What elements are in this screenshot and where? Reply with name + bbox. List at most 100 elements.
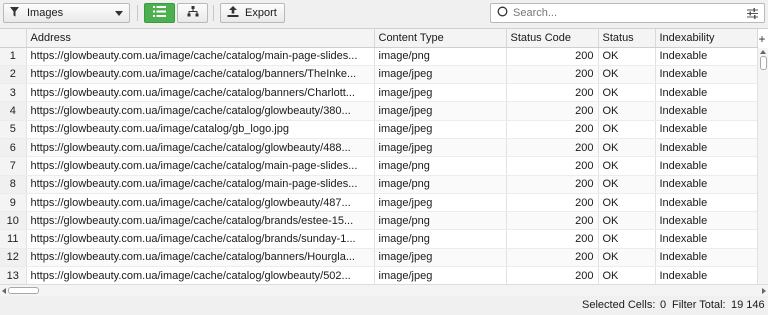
cell-status-code[interactable]: 200	[506, 47, 599, 66]
cell-address[interactable]: https://glowbeauty.com.ua/image/cache/ca…	[26, 175, 375, 194]
cell-status[interactable]: OK	[598, 120, 656, 139]
cell-indexability[interactable]: Indexable	[655, 120, 758, 139]
cell-content-type[interactable]: image/jpeg	[374, 83, 507, 103]
cell-content-type[interactable]: image/jpeg	[374, 101, 507, 121]
row-number[interactable]: 13	[0, 266, 27, 284]
vertical-scrollbar[interactable]	[757, 48, 768, 284]
table-row[interactable]: 10 https://glowbeauty.com.ua/image/cache/…	[0, 211, 758, 231]
cell-address[interactable]: https://glowbeauty.com.ua/image/cache/ca…	[26, 229, 375, 249]
cell-status-code[interactable]: 200	[506, 266, 599, 284]
cell-address[interactable]: https://glowbeauty.com.ua/image/cache/ca…	[26, 156, 375, 176]
cell-content-type[interactable]: image/png	[374, 211, 507, 231]
cell-address[interactable]: https://glowbeauty.com.ua/image/cache/ca…	[26, 248, 375, 268]
table-row[interactable]: 8 https://glowbeauty.com.ua/image/cache/c…	[0, 175, 758, 194]
row-number[interactable]: 4	[0, 101, 27, 121]
cell-indexability[interactable]: Indexable	[655, 65, 758, 85]
cell-address[interactable]: https://glowbeauty.com.ua/image/cache/ca…	[26, 101, 375, 121]
table-row[interactable]: 1 https://glowbeauty.com.ua/image/cache/c…	[0, 47, 758, 66]
table-row[interactable]: 6 https://glowbeauty.com.ua/image/cache/c…	[0, 138, 758, 158]
cell-status[interactable]: OK	[598, 266, 656, 284]
cell-content-type[interactable]: image/jpeg	[374, 65, 507, 85]
table-row[interactable]: 9 https://glowbeauty.com.ua/image/cache/c…	[0, 193, 758, 213]
cell-status-code[interactable]: 200	[506, 138, 599, 158]
table-row[interactable]: 12 https://glowbeauty.com.ua/image/cache/…	[0, 248, 758, 268]
cell-content-type[interactable]: image/jpeg	[374, 248, 507, 268]
cell-indexability[interactable]: Indexable	[655, 138, 758, 158]
table-row[interactable]: 2 https://glowbeauty.com.ua/image/cache/c…	[0, 65, 758, 85]
cell-indexability[interactable]: Indexable	[655, 47, 758, 66]
search-input[interactable]	[513, 7, 733, 19]
cell-content-type[interactable]: image/png	[374, 156, 507, 176]
cell-indexability[interactable]: Indexable	[655, 266, 758, 284]
row-number[interactable]: 6	[0, 138, 27, 158]
cell-content-type[interactable]: image/png	[374, 175, 507, 194]
cell-status[interactable]: OK	[598, 101, 656, 121]
cell-status[interactable]: OK	[598, 65, 656, 85]
row-number[interactable]: 2	[0, 65, 27, 85]
row-number[interactable]: 12	[0, 248, 27, 268]
export-button[interactable]: Export	[220, 3, 285, 23]
cell-address[interactable]: https://glowbeauty.com.ua/image/cache/ca…	[26, 193, 375, 213]
column-header-address[interactable]: Address	[26, 29, 375, 48]
horizontal-scrollbar[interactable]	[0, 284, 768, 296]
row-number[interactable]: 9	[0, 193, 27, 213]
scroll-up-arrow-icon[interactable]	[760, 50, 766, 54]
scroll-right-arrow-icon[interactable]	[762, 288, 766, 294]
row-number[interactable]: 3	[0, 83, 27, 103]
cell-status-code[interactable]: 200	[506, 101, 599, 121]
cell-status[interactable]: OK	[598, 211, 656, 231]
cell-status-code[interactable]: 200	[506, 83, 599, 103]
filter-settings-icon[interactable]	[747, 8, 758, 22]
column-header-indexability[interactable]: Indexability	[655, 29, 758, 48]
cell-status[interactable]: OK	[598, 193, 656, 213]
vertical-scroll-thumb[interactable]	[760, 56, 767, 70]
add-column-icon[interactable]: +	[757, 30, 767, 47]
cell-indexability[interactable]: Indexable	[655, 248, 758, 268]
cell-status-code[interactable]: 200	[506, 65, 599, 85]
cell-content-type[interactable]: image/png	[374, 229, 507, 249]
cell-address[interactable]: https://glowbeauty.com.ua/image/cache/ca…	[26, 211, 375, 231]
cell-status-code[interactable]: 200	[506, 156, 599, 176]
horizontal-scroll-thumb[interactable]	[8, 287, 39, 294]
row-number[interactable]: 8	[0, 175, 27, 194]
cell-status[interactable]: OK	[598, 83, 656, 103]
table-row[interactable]: 5 https://glowbeauty.com.ua/image/catalog…	[0, 120, 758, 139]
row-number[interactable]: 11	[0, 229, 27, 249]
row-number[interactable]: 7	[0, 156, 27, 176]
cell-status[interactable]: OK	[598, 175, 656, 194]
cell-indexability[interactable]: Indexable	[655, 229, 758, 249]
cell-status-code[interactable]: 200	[506, 193, 599, 213]
table-row[interactable]: 7 https://glowbeauty.com.ua/image/cache/c…	[0, 156, 758, 176]
cell-address[interactable]: https://glowbeauty.com.ua/image/cache/ca…	[26, 47, 375, 66]
row-number[interactable]: 1	[0, 47, 27, 66]
cell-status[interactable]: OK	[598, 47, 656, 66]
column-header-content-type[interactable]: Content Type	[374, 29, 507, 48]
cell-content-type[interactable]: image/jpeg	[374, 120, 507, 139]
column-header-status-code[interactable]: Status Code	[506, 29, 599, 48]
row-number[interactable]: 5	[0, 120, 27, 139]
cell-status-code[interactable]: 200	[506, 211, 599, 231]
cell-status-code[interactable]: 200	[506, 120, 599, 139]
cell-address[interactable]: https://glowbeauty.com.ua/image/catalog/…	[26, 120, 375, 139]
row-number[interactable]: 10	[0, 211, 27, 231]
cell-status[interactable]: OK	[598, 138, 656, 158]
cell-indexability[interactable]: Indexable	[655, 156, 758, 176]
list-view-button[interactable]	[144, 3, 175, 23]
cell-indexability[interactable]: Indexable	[655, 175, 758, 194]
cell-status-code[interactable]: 200	[506, 175, 599, 194]
table-row[interactable]: 11 https://glowbeauty.com.ua/image/cache/…	[0, 229, 758, 249]
results-table[interactable]: Address Content Type Status Code Status …	[0, 28, 768, 284]
cell-status[interactable]: OK	[598, 229, 656, 249]
cell-content-type[interactable]: image/jpeg	[374, 193, 507, 213]
cell-content-type[interactable]: image/png	[374, 47, 507, 66]
search-box[interactable]	[490, 3, 765, 23]
cell-status-code[interactable]: 200	[506, 229, 599, 249]
cell-address[interactable]: https://glowbeauty.com.ua/image/cache/ca…	[26, 138, 375, 158]
cell-content-type[interactable]: image/jpeg	[374, 266, 507, 284]
cell-status[interactable]: OK	[598, 156, 656, 176]
cell-address[interactable]: https://glowbeauty.com.ua/image/cache/ca…	[26, 83, 375, 103]
cell-indexability[interactable]: Indexable	[655, 83, 758, 103]
column-header-status[interactable]: Status	[598, 29, 656, 48]
tree-view-button[interactable]	[177, 3, 208, 23]
table-row[interactable]: 3 https://glowbeauty.com.ua/image/cache/c…	[0, 83, 758, 103]
